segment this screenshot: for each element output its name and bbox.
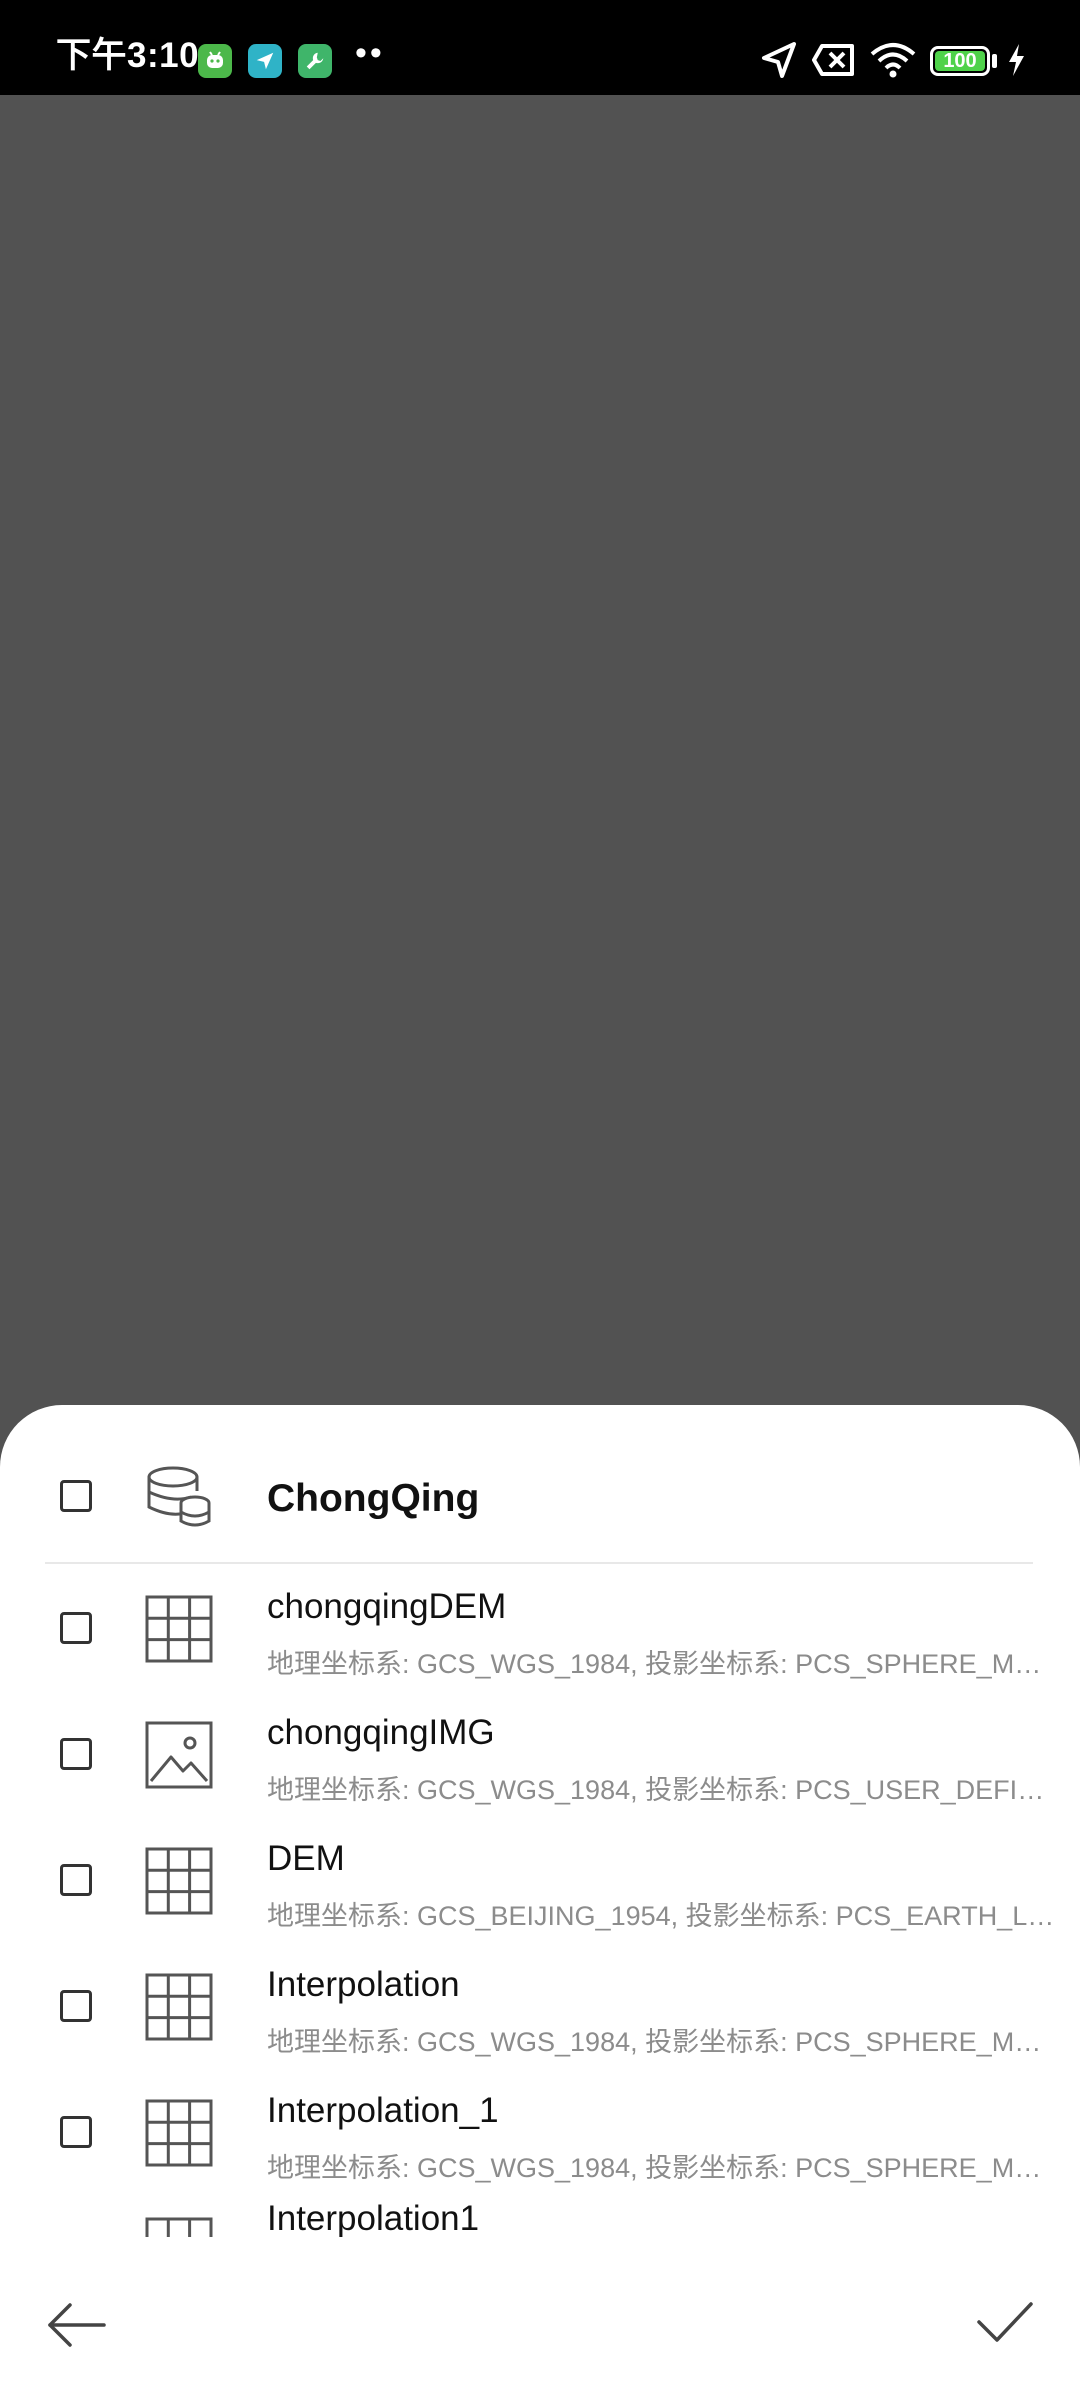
dataset-row[interactable]: chongqingIMG 地理坐标系: GCS_WGS_1984, 投影坐标系:… xyxy=(0,1691,1080,1817)
dataset-name: chongqingDEM xyxy=(267,1587,507,1626)
dataset-name: DEM xyxy=(267,1839,345,1878)
dataset-checkbox[interactable] xyxy=(60,1612,92,1644)
arrow-left-icon[interactable] xyxy=(46,2300,108,2350)
grid-dataset-icon xyxy=(145,1595,213,1663)
dataset-row[interactable]: Interpolation_1 地理坐标系: GCS_WGS_1984, 投影坐… xyxy=(0,2069,1080,2195)
dataset-coordinate-info: 地理坐标系: GCS_WGS_1984, 投影坐标系: PCS_USER_DEF… xyxy=(267,1775,1057,1805)
status-time: 下午3:10 xyxy=(56,36,200,75)
android-app-icon xyxy=(198,44,232,78)
datasource-name: ChongQing xyxy=(267,1477,480,1520)
dataset-row[interactable]: chongqingDEM 地理坐标系: GCS_WGS_1984, 投影坐标系:… xyxy=(0,1565,1080,1691)
dataset-coordinate-info: 地理坐标系: GCS_WGS_1984, 投影坐标系: PCS_SPHERE_M… xyxy=(267,1649,1057,1679)
grid-dataset-icon xyxy=(145,2099,213,2167)
dataset-name: Interpolation_1 xyxy=(267,2091,499,2130)
dataset-coordinate-info: 地理坐标系: GCS_WGS_1984, 投影坐标系: PCS_SPHERE_M… xyxy=(267,2153,1057,2183)
battery-tip xyxy=(992,54,997,68)
dataset-checkbox[interactable] xyxy=(60,1864,92,1896)
grid-dataset-icon xyxy=(145,1973,213,2041)
database-icon xyxy=(147,1466,211,1527)
no-sim-icon xyxy=(812,44,854,76)
send-app-icon xyxy=(248,44,282,78)
dataset-row[interactable]: DEM 地理坐标系: GCS_BEIJING_1954, 投影坐标系: PCS_… xyxy=(0,1817,1080,1943)
wifi-icon xyxy=(870,43,916,78)
dataset-row[interactable]: Interpolation1 xyxy=(0,2195,1080,2237)
grid-dataset-icon xyxy=(145,2217,213,2237)
status-bar: 下午3:10 •• 100 xyxy=(0,0,1080,95)
check-icon[interactable] xyxy=(975,2298,1035,2348)
dataset-coordinate-info: 地理坐标系: GCS_BEIJING_1954, 投影坐标系: PCS_EART… xyxy=(267,1901,1057,1931)
image-dataset-icon xyxy=(145,1721,213,1789)
dataset-name: chongqingIMG xyxy=(267,1713,495,1752)
dataset-checkbox[interactable] xyxy=(60,1990,92,2022)
bottom-action-bar xyxy=(0,2250,1080,2400)
dataset-checkbox[interactable] xyxy=(60,1738,92,1770)
charging-icon xyxy=(1009,44,1024,76)
datasource-row[interactable]: ChongQing xyxy=(0,1405,1080,1565)
battery-icon: 100 xyxy=(930,46,990,76)
grid-dataset-icon xyxy=(145,1847,213,1915)
datasource-checkbox[interactable] xyxy=(60,1480,92,1512)
location-icon xyxy=(762,42,796,78)
more-notifications-icon: •• xyxy=(355,34,385,72)
battery-level: 100 xyxy=(943,50,977,72)
dataset-name: Interpolation1 xyxy=(267,2199,480,2237)
dataset-name: Interpolation xyxy=(267,1965,460,2004)
dataset-coordinate-info: 地理坐标系: GCS_WGS_1984, 投影坐标系: PCS_SPHERE_M… xyxy=(267,2027,1057,2057)
wrench-app-icon xyxy=(298,44,332,78)
dataset-checkbox[interactable] xyxy=(60,2116,92,2148)
header-divider xyxy=(45,1562,1033,1564)
dataset-row[interactable]: Interpolation 地理坐标系: GCS_WGS_1984, 投影坐标系… xyxy=(0,1943,1080,2069)
